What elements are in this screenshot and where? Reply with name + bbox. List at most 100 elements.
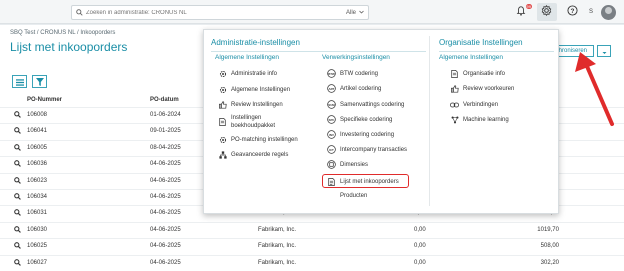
- menu-item-geavanceerde-regels[interactable]: Geavanceerde regels: [218, 150, 288, 159]
- divider: [439, 51, 554, 52]
- cell-po-number: 106036: [27, 161, 48, 168]
- filter-button[interactable]: [32, 75, 47, 88]
- cell-po-number: 106030: [27, 226, 48, 233]
- menu-item-label: Instellingen: [231, 115, 262, 121]
- menu-item-label: Investering codering: [340, 131, 395, 138]
- magnifier-icon[interactable]: [14, 242, 21, 251]
- magnifier-icon[interactable]: [14, 143, 21, 153]
- menu-item-review-voorkeuren[interactable]: Review voorkeuren: [450, 84, 514, 93]
- menu-item-intercompany-transacties[interactable]: ICT Intercompany transacties: [327, 145, 407, 154]
- cell-po-number: 106005: [27, 144, 48, 151]
- investment-code-icon-text: INV: [329, 133, 334, 137]
- document-icon: [218, 117, 227, 126]
- cell-po-date: 01-06-2024: [150, 112, 181, 118]
- cell-amount: 0,00: [414, 243, 426, 250]
- breadcrumb[interactable]: SBQ Test / CRONUS NL / Inkooporders: [10, 30, 115, 36]
- menu-item-machine-learning[interactable]: Machine learning: [450, 115, 509, 124]
- article-code-icon: ART: [327, 84, 336, 93]
- cell-po-date: 04-06-2025: [150, 259, 181, 266]
- cell-po-number: 106031: [27, 210, 48, 217]
- menu-item-label: Review voorkeuren: [463, 85, 515, 92]
- bell-icon: [516, 3, 526, 21]
- menu-item-po-matching-instellingen[interactable]: PO-matching instellingen: [218, 135, 298, 144]
- link-icon: [450, 100, 459, 109]
- search-icon: [72, 9, 86, 16]
- search-box[interactable]: Alle: [71, 5, 369, 20]
- magnifier-icon[interactable]: [14, 111, 21, 120]
- top-bar: Alle 99 ? S: [0, 0, 624, 24]
- cell-amount: 0,00: [414, 259, 426, 266]
- search-scope-label: Alle: [345, 9, 356, 16]
- rules-tree-icon: [218, 150, 227, 159]
- menu-item-specifieke-codering[interactable]: SPC Specifieke codering: [327, 115, 392, 124]
- menu-item-label: Verbindingen: [463, 101, 499, 108]
- magnifier-icon[interactable]: [14, 127, 21, 136]
- btw-code-icon-text: BTW: [328, 72, 335, 76]
- menu-item-samenvattings-codering[interactable]: SUM Samenvattings codering: [327, 100, 404, 109]
- menu-item-instellingen-boekhoudpakket[interactable]: Instellingen boekhoudpakket: [218, 114, 275, 130]
- menu-item-btw-codering[interactable]: BTW BTW codering: [327, 69, 378, 78]
- cell-po-date: 04-06-2025: [150, 226, 181, 233]
- menu-item-investering-codering[interactable]: INV Investering codering: [327, 130, 394, 139]
- gear-icon: [541, 3, 552, 21]
- cell-vendor: Fabrikam, Inc.: [258, 226, 297, 233]
- magnifier-icon[interactable]: [14, 193, 21, 202]
- thumbs-up-icon: [450, 84, 459, 93]
- btw-code-icon: BTW: [327, 69, 336, 78]
- menu-item-label: Organisatie info: [463, 70, 506, 77]
- table-row[interactable]: 106030 04-06-2025 Fabrikam, Inc. 0,00 1019,7…: [0, 221, 624, 236]
- menu-item-verbindingen[interactable]: Verbindingen: [450, 100, 498, 109]
- svg-text:?: ?: [571, 8, 575, 15]
- cell-po-date: 08-04-2025: [150, 144, 181, 151]
- menu-item-dimensies[interactable]: Dimensies: [327, 160, 368, 169]
- gear-icon: [218, 135, 227, 144]
- org-settings-title: Organisatie Instellingen: [439, 38, 523, 47]
- chevron-down-icon: [359, 10, 364, 16]
- cell-amount: 0,00: [414, 226, 426, 233]
- investment-code-icon: INV: [327, 130, 336, 139]
- search-input[interactable]: [86, 9, 311, 16]
- notification-badge: 99: [525, 4, 532, 9]
- help-button[interactable]: ?: [565, 4, 581, 20]
- menu-item-label: Algemene Instellingen: [231, 86, 291, 93]
- menu-item-label: Specifieke codering: [340, 116, 393, 123]
- admin-settings-title: Administratie-instellingen: [211, 38, 300, 47]
- menu-item-artikel-codering[interactable]: ART Artikel codering: [327, 84, 381, 93]
- menu-item-organisatie-info[interactable]: Organisatie info: [450, 69, 505, 78]
- settings-button[interactable]: [536, 3, 557, 21]
- menu-item-label-line2: boekhoudpakket: [231, 123, 276, 129]
- settings-menu: Administratie-instellingen Algemene Inst…: [203, 29, 559, 214]
- menu-item-label: Samenvattings codering: [340, 101, 405, 108]
- search-scope-select[interactable]: Alle: [346, 10, 364, 16]
- magnifier-icon[interactable]: [14, 209, 21, 218]
- list-icon: [15, 73, 24, 91]
- avatar[interactable]: [601, 4, 616, 20]
- magnifier-icon[interactable]: [14, 176, 21, 186]
- columns-button[interactable]: [12, 75, 27, 88]
- network-icon: [450, 115, 459, 124]
- menu-item-label: BTW codering: [340, 70, 379, 77]
- menu-item-administratie-info[interactable]: Administratie info: [218, 69, 277, 78]
- column-header-po-date[interactable]: PO-datum: [150, 97, 179, 103]
- magnifier-icon[interactable]: [14, 258, 21, 268]
- table-row[interactable]: 106025 04-06-2025 Fabrikam, Inc. 0,00 508,00: [0, 238, 624, 252]
- notifications-button[interactable]: 99: [513, 3, 532, 21]
- cell-po-number: 106041: [27, 128, 48, 135]
- summary-code-icon-text: SUM: [328, 103, 335, 107]
- cell-total: 302,20: [540, 259, 559, 266]
- processing-settings-subtitle: Verwerkingsinstellingen: [322, 54, 390, 61]
- magnifier-icon[interactable]: [14, 160, 21, 169]
- dimensions-icon: [327, 160, 336, 169]
- cell-po-number: 106034: [27, 194, 48, 200]
- menu-item-review-instellingen[interactable]: Review Instellingen: [218, 100, 283, 109]
- menu-item-algemene-instellingen[interactable]: Algemene Instellingen: [218, 85, 290, 94]
- menu-item-label: Producten: [340, 193, 368, 199]
- menu-item-producten[interactable]: Producten: [340, 193, 367, 199]
- cell-po-number: 106023: [27, 177, 48, 184]
- gear-icon: [218, 69, 227, 78]
- column-header-po-number[interactable]: PO-Nummer: [27, 97, 62, 103]
- gear-icon: [218, 85, 227, 94]
- magnifier-icon[interactable]: [14, 225, 21, 235]
- table-row[interactable]: 106027 04-06-2025 Fabrikam, Inc. 0,00 302,20: [0, 254, 624, 269]
- page-title: Lijst met inkooporders: [10, 40, 128, 54]
